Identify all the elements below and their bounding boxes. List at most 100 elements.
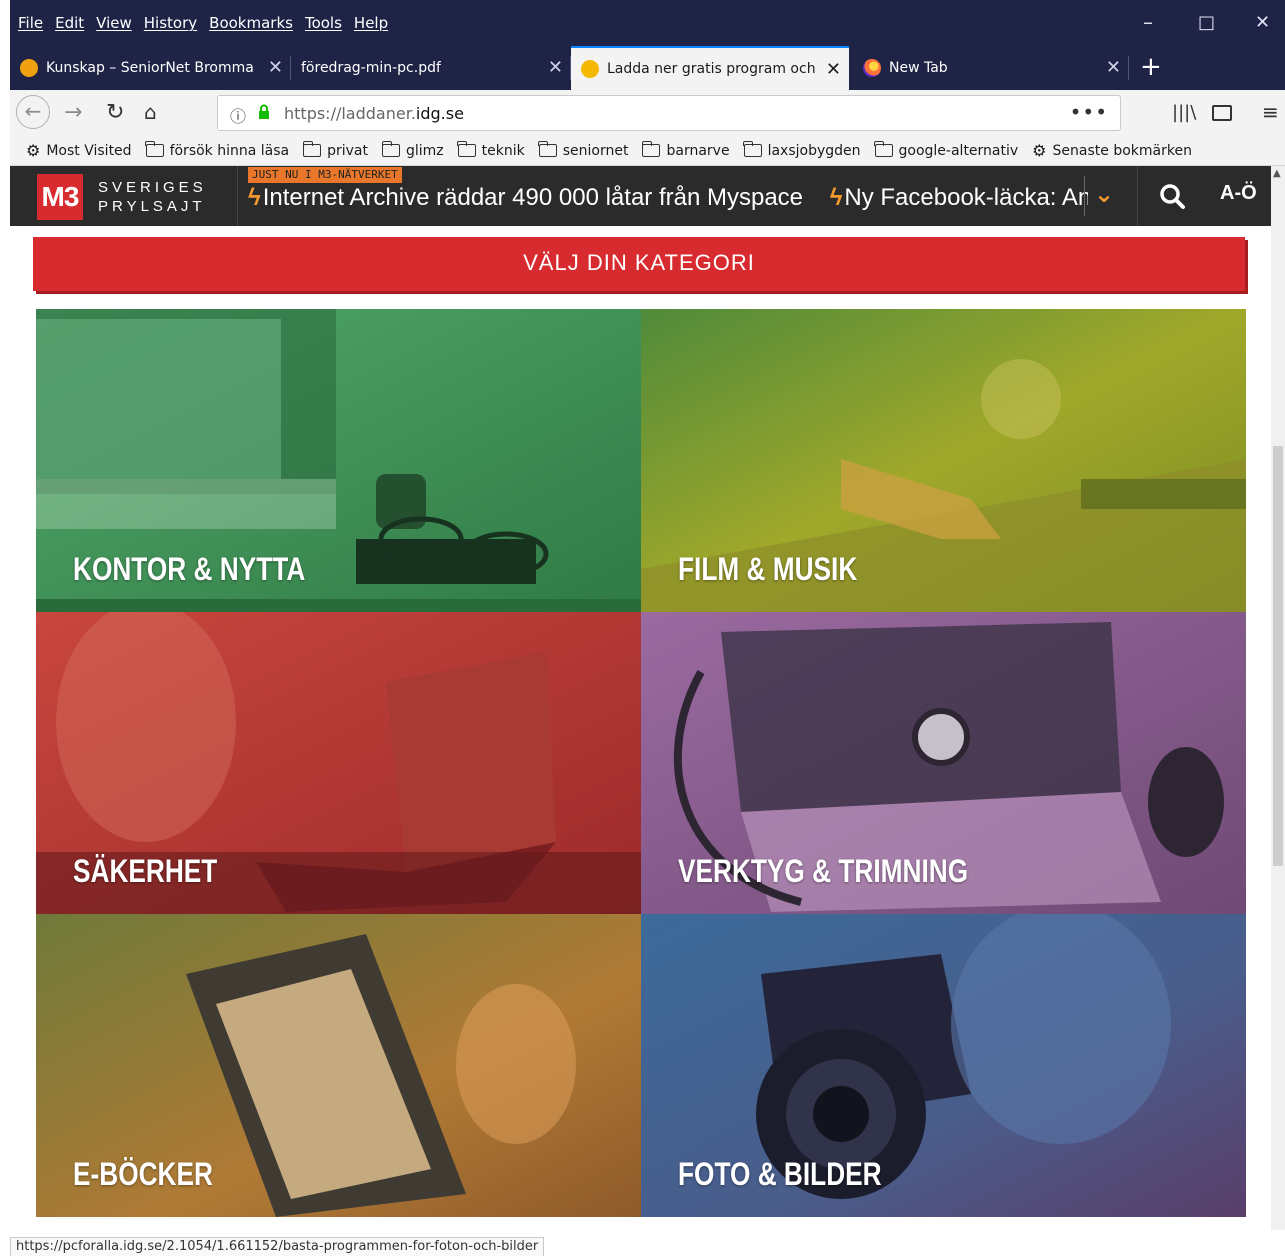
- folder-icon: [381, 141, 400, 157]
- bookmark-label: privat: [327, 142, 368, 159]
- bookmark-glimz[interactable]: glimz: [381, 141, 444, 159]
- choose-category-button[interactable]: VÄLJ DIN KATEGORI: [33, 237, 1245, 291]
- url-text[interactable]: https://laddaner.idg.se: [284, 104, 464, 123]
- forward-arrow-icon[interactable]: →: [64, 100, 82, 125]
- close-tab-icon[interactable]: ✕: [826, 59, 841, 80]
- close-tab-icon[interactable]: ✕: [548, 57, 563, 78]
- menu-bar: File Edit View History Bookmarks Tools H…: [10, 0, 1285, 46]
- tab-bar: Kunskap – SeniorNet Bromma ✕ föredrag-mi…: [10, 46, 1285, 90]
- minimize-button[interactable]: –: [1143, 10, 1153, 34]
- folder-icon: [457, 141, 476, 157]
- menu-bookmarks[interactable]: Bookmarks: [209, 14, 293, 32]
- category-grid: KONTOR & NYTTA FILM & MUSIK SÄKERHET VER…: [36, 309, 1246, 1217]
- ticker-item[interactable]: Internet Archive räddar 490 000 låtar fr…: [263, 184, 803, 211]
- navigation-bar: ← → ↻ ⌂ ⓘ https://laddaner.idg.se ••• ||…: [10, 90, 1285, 136]
- url-domain: idg.se: [415, 104, 464, 123]
- padlock-icon: [259, 104, 269, 119]
- gear-icon: ⚙: [26, 141, 41, 160]
- ticker-item[interactable]: Ny Facebook-läcka: Användaruppgifter: [844, 184, 1088, 211]
- url-prefix: https://laddaner.: [284, 104, 416, 123]
- category-label: SÄKERHET: [73, 853, 218, 889]
- a-o-index-link[interactable]: A-Ö: [1220, 182, 1257, 205]
- bookmark-label: Most Visited: [46, 142, 132, 159]
- category-tile-kontor-nytta[interactable]: KONTOR & NYTTA: [36, 309, 641, 612]
- category-tile-sakerhet[interactable]: SÄKERHET: [36, 612, 641, 914]
- scroll-up-arrow-icon[interactable]: ▲: [1273, 168, 1281, 179]
- bookmark-privat[interactable]: privat: [302, 141, 368, 159]
- menu-list: File Edit View History Bookmarks Tools H…: [18, 14, 400, 32]
- category-tile-foto-bilder[interactable]: FOTO & BILDER: [641, 914, 1246, 1217]
- bookmark-seniornet[interactable]: seniornet: [538, 141, 629, 159]
- new-tab-plus-icon[interactable]: +: [1140, 52, 1162, 82]
- just-nu-badge: JUST NU I M3-NÄTVERKET: [248, 167, 402, 183]
- home-icon[interactable]: ⌂: [144, 100, 157, 124]
- folder-icon: [302, 141, 322, 157]
- gear-icon: ⚙: [1032, 141, 1047, 160]
- menu-help[interactable]: Help: [354, 14, 388, 32]
- close-tab-icon[interactable]: ✕: [1106, 57, 1121, 78]
- folder-icon: [538, 141, 557, 157]
- bookmarks-toolbar: ⚙ Most Visited försök hinna läsa privat g…: [10, 136, 1285, 166]
- folder-icon: [145, 141, 164, 157]
- tab-label: Kunskap – SeniorNet Bromma: [46, 60, 254, 76]
- close-tab-icon[interactable]: ✕: [268, 57, 283, 78]
- browser-window: File Edit View History Bookmarks Tools H…: [10, 0, 1285, 1256]
- category-label: KONTOR & NYTTA: [73, 551, 306, 587]
- bookmark-senaste-bokmarken[interactable]: ⚙ Senaste bokmärken: [1032, 141, 1192, 160]
- tab-pdf[interactable]: föredrag-min-pc.pdf ✕: [291, 46, 571, 90]
- chevron-down-icon[interactable]: ⌄: [1094, 180, 1114, 208]
- bookmark-label: laxsjobygden: [767, 142, 861, 159]
- menu-tools[interactable]: Tools: [305, 14, 342, 32]
- close-window-button[interactable]: ✕: [1255, 12, 1270, 33]
- bookmark-label: seniornet: [562, 142, 629, 159]
- menu-history[interactable]: History: [144, 14, 197, 32]
- status-bar-link-preview: https://pcforalla.idg.se/2.1054/1.661152…: [10, 1237, 545, 1256]
- url-bar[interactable]: ⓘ https://laddaner.idg.se •••: [217, 95, 1121, 131]
- page-actions-icon[interactable]: •••: [1070, 100, 1108, 124]
- bookmark-label: barnarve: [666, 142, 730, 159]
- page-scrollbar[interactable]: ▲: [1271, 166, 1285, 1230]
- category-label: VERKTYG & TRIMNING: [678, 853, 969, 889]
- folder-icon: [743, 141, 762, 157]
- lightning-icon: ϟ: [829, 184, 843, 211]
- hamburger-menu-icon[interactable]: ≡: [1262, 100, 1279, 124]
- seniornet-icon: [20, 59, 38, 77]
- category-label: FOTO & BILDER: [678, 1156, 882, 1192]
- bookmark-barnarve[interactable]: barnarve: [641, 141, 730, 159]
- bookmark-teknik[interactable]: teknik: [457, 141, 525, 159]
- firefox-icon: [863, 59, 881, 77]
- scrollbar-thumb[interactable]: [1273, 446, 1283, 866]
- category-tile-e-bocker[interactable]: E-BÖCKER: [36, 914, 641, 1217]
- tab-label: Ladda ner gratis program och e: [607, 61, 817, 77]
- maximize-button[interactable]: □: [1198, 12, 1215, 33]
- category-tile-film-musik[interactable]: FILM & MUSIK: [641, 309, 1246, 612]
- reload-icon[interactable]: ↻: [106, 100, 124, 125]
- menu-view[interactable]: View: [96, 14, 132, 32]
- slogan-line: SVERIGES: [98, 179, 207, 196]
- site-slogan: SVERIGES PRYLSAJT: [98, 178, 207, 216]
- site-header: M3 SVERIGES PRYLSAJT JUST NU I M3-NÄTVER…: [10, 166, 1285, 226]
- bookmark-label: google-alternativ: [898, 142, 1019, 159]
- folder-icon: [641, 141, 661, 157]
- site-info-icon[interactable]: ⓘ: [230, 103, 246, 127]
- bookmark-laxsjobygden[interactable]: laxsjobygden: [743, 141, 861, 159]
- menu-edit[interactable]: Edit: [55, 14, 84, 32]
- bookmark-forsok-hinna-lasa[interactable]: försök hinna läsa: [145, 141, 290, 159]
- back-arrow-icon[interactable]: ←: [16, 95, 50, 129]
- bookmark-label: Senaste bokmärken: [1052, 142, 1192, 159]
- bookmark-label: försök hinna läsa: [169, 142, 290, 159]
- category-tile-verktyg-trimning[interactable]: VERKTYG & TRIMNING: [641, 612, 1246, 914]
- search-icon[interactable]: [1158, 182, 1188, 212]
- tab-seniornet[interactable]: Kunskap – SeniorNet Bromma ✕: [10, 46, 291, 90]
- bookmark-most-visited[interactable]: ⚙ Most Visited: [26, 141, 132, 160]
- tab-new-tab[interactable]: New Tab ✕: [849, 46, 1129, 90]
- m3-logo[interactable]: M3: [37, 174, 83, 220]
- tab-laddaner[interactable]: Ladda ner gratis program och e ✕: [571, 46, 849, 90]
- header-divider: [1084, 176, 1085, 216]
- bookmark-label: teknik: [481, 142, 525, 159]
- menu-file[interactable]: File: [18, 14, 43, 32]
- library-icon[interactable]: |||\: [1172, 102, 1196, 123]
- sidebar-icon[interactable]: [1212, 105, 1232, 121]
- bookmark-google-alternativ[interactable]: google-alternativ: [874, 141, 1019, 159]
- header-divider: [237, 166, 238, 226]
